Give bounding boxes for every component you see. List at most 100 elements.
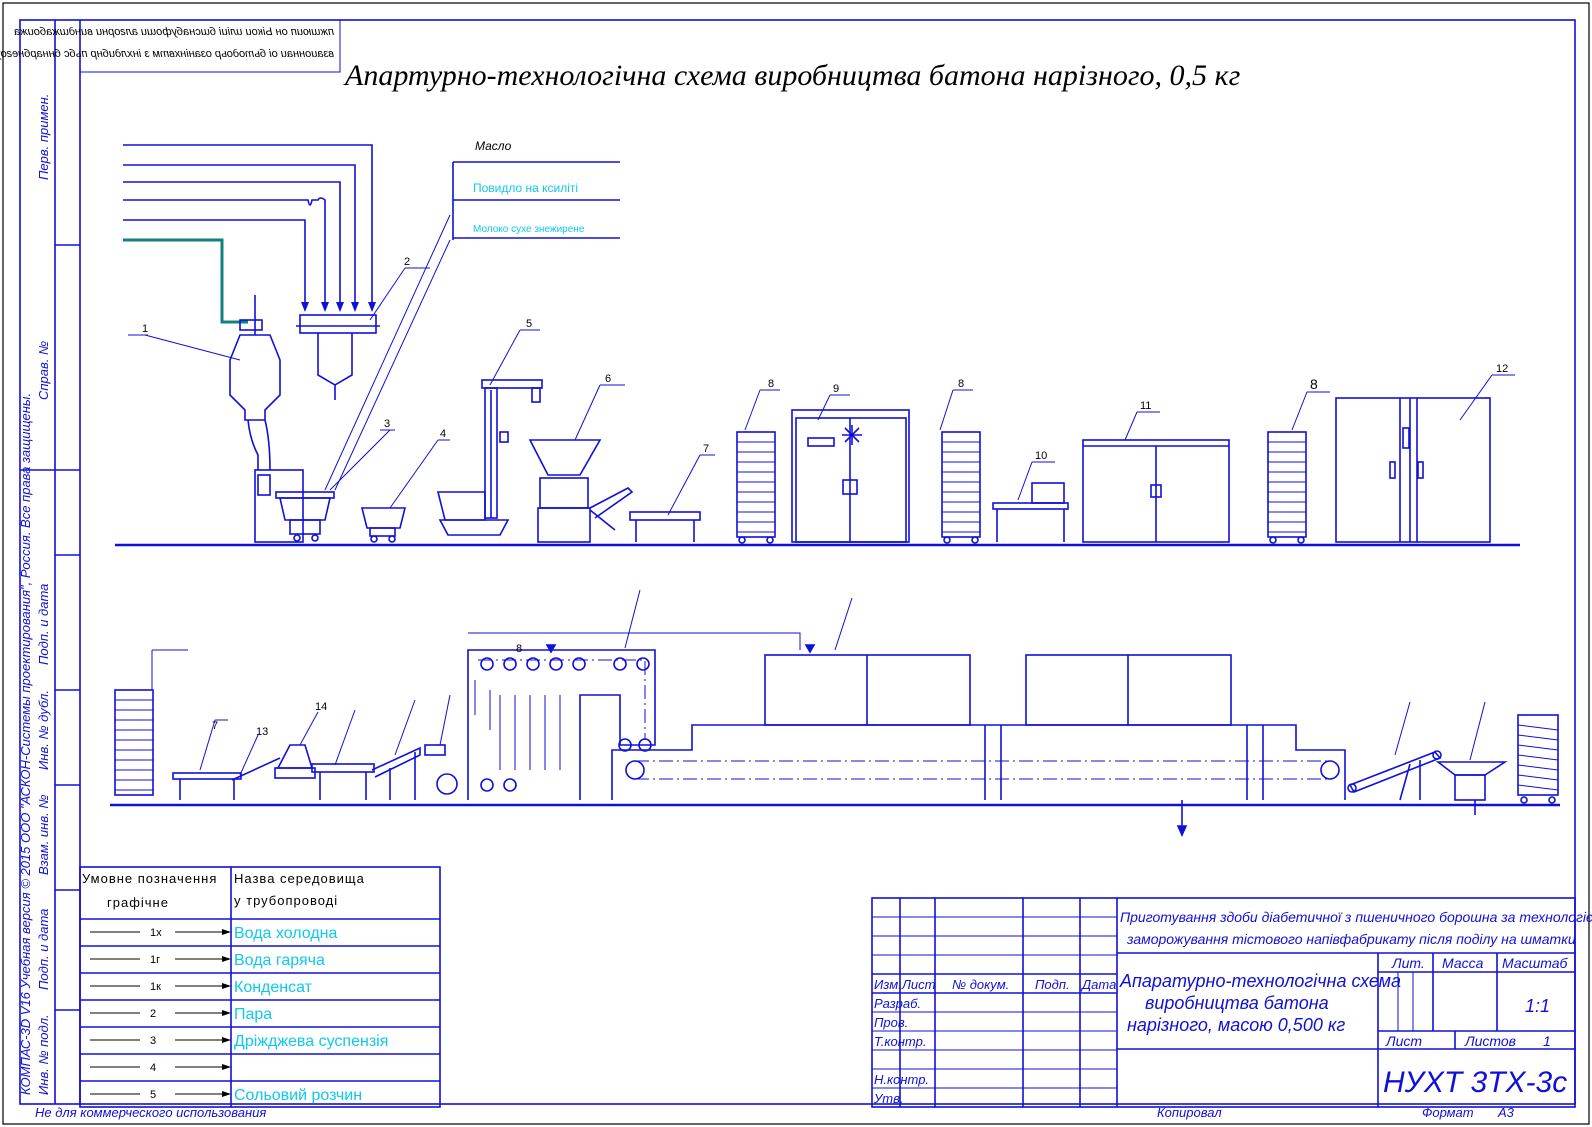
legend-header-right-2: у трубопроводі bbox=[234, 893, 338, 908]
svg-text:9: 9 bbox=[833, 383, 839, 395]
mirrored-stamp-1: пжшюип он Ьікои иліиі бшснабуфоши алгорн… bbox=[14, 26, 334, 38]
legend-header-left-2: графічне bbox=[107, 895, 169, 910]
footer-format: Формат bbox=[1422, 1105, 1474, 1120]
tunnel-oven bbox=[611, 597, 1346, 837]
legend-row: 4 bbox=[90, 1062, 231, 1074]
equipment-1-flour-silo bbox=[229, 295, 304, 543]
tb-list: Лист bbox=[901, 977, 936, 992]
svg-text:7: 7 bbox=[703, 443, 709, 455]
legend-row: 2 Пара bbox=[90, 1006, 272, 1023]
side-label-podp1: Подп. и дата bbox=[36, 584, 51, 665]
svg-text:6: 6 bbox=[605, 373, 611, 385]
label-moloko: Молоко сухе знежирене bbox=[473, 224, 585, 235]
tb-drawing-title-3: нарізного, масою 0,500 кг bbox=[1127, 1015, 1345, 1035]
svg-text:4: 4 bbox=[440, 428, 446, 440]
legend-header-right-1: Назва середовища bbox=[234, 871, 365, 886]
side-label-dubl: Инв. № дубл. bbox=[36, 690, 51, 770]
equipment-4-dough-bowl bbox=[360, 507, 407, 543]
supply-lines bbox=[123, 144, 376, 324]
legend-name: Сольовий розчин bbox=[234, 1087, 362, 1104]
rack-trolley-1 bbox=[736, 431, 776, 544]
equipment-11-freezer bbox=[1082, 439, 1230, 543]
legend-code: 4 bbox=[150, 1062, 156, 1074]
svg-text:8: 8 bbox=[1310, 376, 1318, 392]
legend-header-left-1: Умовне позначення bbox=[82, 871, 217, 886]
num-14-bottom: 14 bbox=[315, 701, 327, 713]
legend-name: Дріжджева суспензія bbox=[234, 1033, 388, 1050]
num-13-bottom: 13 bbox=[256, 726, 268, 738]
equipment-7-table bbox=[629, 511, 701, 542]
legend-name: Вода холодна bbox=[234, 925, 338, 942]
equipment-3-mixer bbox=[275, 491, 335, 542]
tb-masshtab: Масштаб bbox=[1502, 955, 1569, 971]
tb-tkontr: Т.контр. bbox=[874, 1034, 926, 1049]
label-povidlo: Повидло на ксиліті bbox=[473, 181, 578, 195]
tb-prov: Пров. bbox=[874, 1015, 908, 1030]
svg-text:10: 10 bbox=[1035, 450, 1047, 462]
tb-listov: Листов bbox=[1464, 1033, 1516, 1049]
cooling-conveyor bbox=[1347, 701, 1559, 815]
tb-project-title-2: заморожування тістового напівфабрикату п… bbox=[1126, 931, 1576, 947]
tb-code: НУХТ 3ТХ-3с bbox=[1383, 1066, 1567, 1099]
svg-text:3: 3 bbox=[384, 418, 390, 430]
diagram-title: Апартурно-технологічна схема виробництва… bbox=[343, 59, 1241, 92]
drawing-canvas: Перв. примен. Справ. № Подп. и дата Инв.… bbox=[0, 2, 1592, 1125]
footer-kopiroval: Копировал bbox=[1157, 1105, 1222, 1120]
legend-row: 3 Дріжджева суспензія bbox=[90, 1033, 388, 1050]
legend-code: 1г bbox=[150, 954, 160, 966]
num-8-bottom: 8 bbox=[516, 643, 522, 655]
side-label-perv: Перв. примен. bbox=[36, 94, 51, 180]
svg-text:12: 12 bbox=[1496, 363, 1508, 375]
legend-name: Пара bbox=[234, 1006, 272, 1023]
legend-name: Вода гаряча bbox=[234, 952, 325, 969]
equipment-9-cabinet bbox=[791, 409, 910, 543]
svg-text:8: 8 bbox=[958, 378, 964, 390]
title-block: Изм. Лист № докум. Подп. Дата Разраб. Пр… bbox=[871, 897, 1592, 1108]
legend-row: 5 Сольовий розчин bbox=[90, 1087, 362, 1104]
legend-code: 1х bbox=[150, 927, 162, 939]
tb-utv: Утв. bbox=[873, 1091, 904, 1106]
footer-noncommercial: Не для коммерческого использования bbox=[35, 1105, 266, 1120]
equipment-numbers-top: 1 2 3 4 5 6 7 8 9 8 10 11 8 12 bbox=[142, 256, 1508, 462]
num-7-bottom: 7 bbox=[212, 720, 218, 732]
tb-podp: Подп. bbox=[1035, 977, 1070, 992]
equipment-5-bowl-lifter bbox=[436, 379, 543, 536]
svg-text:11: 11 bbox=[1140, 400, 1151, 412]
label-maslo: Масло bbox=[475, 139, 512, 153]
tb-massa: Масса bbox=[1442, 955, 1484, 971]
equipment-8-rack-bottom bbox=[114, 689, 154, 796]
rack-trolley-3 bbox=[1267, 431, 1307, 544]
tb-izm: Изм. bbox=[874, 977, 902, 992]
side-label-sprav: Справ. № bbox=[36, 341, 51, 400]
svg-text:1: 1 bbox=[142, 323, 148, 335]
tb-scale: 1:1 bbox=[1525, 996, 1550, 1016]
side-label-podl: Инв. № подл. bbox=[36, 1014, 51, 1095]
tb-data: Дата bbox=[1080, 977, 1116, 992]
tb-list2: Лист bbox=[1385, 1033, 1422, 1049]
legend-code: 5 bbox=[150, 1089, 156, 1101]
tb-razrab: Разраб. bbox=[874, 996, 921, 1011]
svg-text:8: 8 bbox=[768, 378, 774, 390]
legend-row: 1г Вода гаряча bbox=[90, 952, 325, 969]
equipment-10-table-device bbox=[992, 482, 1069, 542]
rack-trolley-2 bbox=[941, 431, 981, 544]
tb-dokum: № докум. bbox=[952, 977, 1009, 992]
side-label-podp2: Подп. и дата bbox=[36, 909, 51, 990]
equipment-12-chamber bbox=[1335, 397, 1491, 543]
legend-code: 2 bbox=[150, 1008, 156, 1020]
legend-row: 1х Вода холодна bbox=[90, 925, 338, 942]
mirrored-stamp-2: взаионнаи оі бьтодоьр озанінхвтм з інхлд… bbox=[0, 48, 334, 60]
tb-listov-val: 1 bbox=[1543, 1033, 1551, 1049]
tb-project-title-1: Приготування здоби діабетичної з пшеничн… bbox=[1120, 909, 1592, 925]
footer-format-val: А3 bbox=[1497, 1105, 1515, 1120]
legend-code: 3 bbox=[150, 1035, 156, 1047]
tb-lit: Лит. bbox=[1391, 955, 1425, 971]
legend-name: Конденсат bbox=[234, 979, 313, 996]
legend-code: 1к bbox=[150, 981, 161, 993]
equipment-2-dosing-tank bbox=[296, 314, 380, 400]
leaders-top bbox=[128, 214, 1515, 516]
legend-row: 1к Конденсат bbox=[90, 979, 313, 996]
side-label-vzam: Взам. инв. № bbox=[36, 795, 51, 875]
svg-text:2: 2 bbox=[404, 256, 410, 268]
copyright-text: КОМПАС-3D V16 Учебная версия © 2015 ООО … bbox=[18, 393, 33, 1095]
